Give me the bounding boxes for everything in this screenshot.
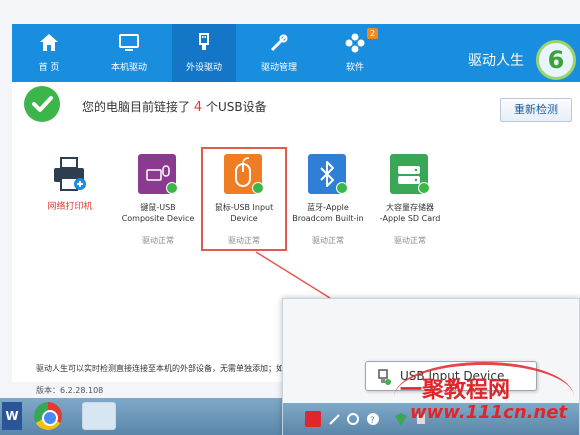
nav-local-drivers-label: 本机驱动 [110,63,147,73]
word-taskbar-icon[interactable]: W [2,402,22,430]
help-tray-icon[interactable]: ? [365,411,381,427]
window-taskbar-button[interactable] [82,402,116,430]
sogou-tray-icon[interactable] [305,411,321,427]
driver-status: 驱动正常 [312,236,344,245]
status-prefix: 您的电脑目前链接了 [82,100,191,114]
tools-icon [270,34,288,52]
nav-peripheral-drivers[interactable]: 外设驱动 [172,24,236,82]
check-icon [336,182,348,194]
svg-text:?: ? [370,416,375,426]
device-name: 网络打印机 [47,202,93,212]
watermark-title: 一聚教程网 [400,378,511,403]
brand-logo: 6 [536,40,576,80]
watermark-url: www.111cn.net [410,402,568,423]
device-name: 键鼠-USB Composite Device [121,203,195,223]
driver-status: 驱动正常 [394,236,426,245]
pen-tray-icon[interactable] [327,411,343,427]
device-count: 4 [193,100,203,115]
check-icon [166,182,178,194]
check-icon [418,182,430,194]
software-update-badge: 2 [367,28,378,39]
usb-plug-icon [378,369,391,385]
brand-name: 驱动人生 [468,53,524,69]
help-description: 驱动人生可以实时检测直接连接至本机的外部设备，无需单独添加；如 [36,364,284,373]
device-name: 蓝牙-Apple Broadcom Built-in [292,203,364,223]
device-name: 大容量存储器 -Apple SD Card [379,203,441,223]
nav-home-label: 首 页 [38,63,60,73]
monitor-icon [119,34,139,51]
device-bluetooth[interactable]: 蓝牙-Apple Broadcom Built-in 驱动正常 [282,150,374,270]
nav-local-drivers[interactable]: 本机驱动 [100,24,158,82]
nav-software-label: 软件 [345,63,364,73]
version-label: 版本：6.2.28.108 [36,386,104,395]
nav-driver-management-label: 驱动管理 [260,63,297,73]
status-check-icon [24,86,60,122]
device-keyboard-mouse[interactable]: 键鼠-USB Composite Device 驱动正常 [112,150,204,270]
gear-tray-icon[interactable] [345,411,361,427]
device-storage[interactable]: 大容量存储器 -Apple SD Card 驱动正常 [364,150,456,270]
driver-status: 驱动正常 [142,236,174,245]
nav-driver-management[interactable]: 驱动管理 [250,24,308,82]
redetect-button[interactable]: 重新检测 [500,98,572,122]
nav-peripheral-drivers-label: 外设驱动 [185,63,222,73]
printer-icon [54,157,86,191]
device-network-printer[interactable]: 网络打印机 [24,150,116,270]
nav-software[interactable]: 2 软件 [326,24,384,82]
home-icon [40,34,58,51]
highlight-box [201,147,287,251]
apps-icon [345,33,365,53]
device-count-status: 您的电脑目前链接了 4 个USB设备 [82,98,267,115]
chrome-taskbar-icon[interactable] [34,402,62,430]
main-toolbar: 首 页 本机驱动 外设驱动 驱动管理 2 软件 驱动人生 6 [12,24,580,82]
driver-app-window: 首 页 本机驱动 外设驱动 驱动管理 2 软件 驱动人生 6 您的电脑目前链接了… [0,0,580,435]
usb-icon [199,33,209,50]
nav-home[interactable]: 首 页 [20,24,78,82]
status-suffix: 个USB设备 [205,100,267,114]
